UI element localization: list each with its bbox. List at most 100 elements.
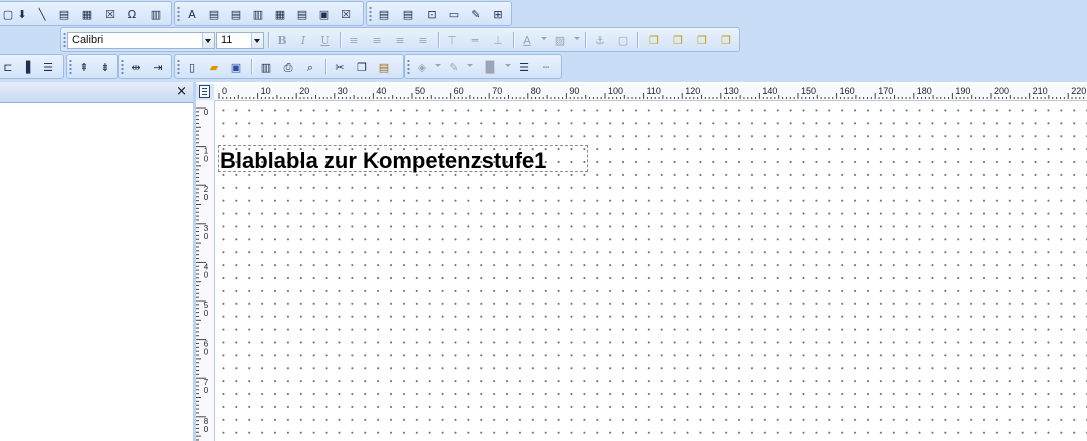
- align-right-icon[interactable]: ≡: [391, 31, 409, 49]
- insert-text-icon[interactable]: A: [183, 5, 201, 23]
- distribute-icon[interactable]: ▐: [17, 58, 35, 76]
- chevron-down-icon[interactable]: [251, 33, 263, 48]
- chevron-down-icon[interactable]: [202, 33, 214, 48]
- toolbar-grip[interactable]: [177, 6, 180, 22]
- line-tool-icon[interactable]: ╲: [33, 5, 51, 23]
- highlight-icon[interactable]: ▨: [551, 31, 569, 49]
- send-to-back-icon[interactable]: ❐: [669, 31, 687, 49]
- page-setup-icon[interactable]: ⊡: [423, 5, 441, 23]
- open-book-icon[interactable]: ▥: [257, 58, 275, 76]
- grid-icon[interactable]: ⊞: [489, 5, 507, 23]
- separator: [325, 59, 327, 75]
- formula-icon[interactable]: Ω: [123, 5, 141, 23]
- section-icon[interactable]: ▭: [445, 5, 463, 23]
- barcode-icon[interactable]: ▦: [271, 5, 289, 23]
- move-down-icon[interactable]: ⇟: [96, 58, 114, 76]
- chevron-down-icon[interactable]: [467, 64, 473, 67]
- size-toolbar: ⇞ ⇟: [66, 54, 118, 79]
- open-icon[interactable]: ▰: [205, 58, 223, 76]
- chart-icon[interactable]: ▥: [249, 5, 267, 23]
- space-horizontal-icon[interactable]: ⇹: [127, 58, 145, 76]
- ruler-settings-icon: [199, 85, 210, 98]
- toolbar-grip[interactable]: [407, 59, 410, 75]
- copy-icon[interactable]: ❐: [353, 58, 371, 76]
- separator: [637, 32, 639, 48]
- font-size-combo[interactable]: 11: [216, 32, 264, 49]
- same-width-icon[interactable]: ☰: [39, 58, 57, 76]
- fill-color-icon[interactable]: ◈: [413, 58, 431, 76]
- close-icon[interactable]: ×: [176, 84, 187, 99]
- anchor-icon[interactable]: ⚓: [591, 31, 609, 49]
- shadow-icon[interactable]: █: [481, 58, 499, 76]
- properties-icon[interactable]: ▤: [375, 5, 393, 23]
- ruler-label: 200: [994, 86, 1009, 96]
- ruler-label: 0: [204, 108, 209, 117]
- line-color-icon[interactable]: ✎: [445, 58, 463, 76]
- bring-forward-icon[interactable]: ❐: [693, 31, 711, 49]
- ruler-corner[interactable]: [196, 84, 214, 100]
- line-width-icon[interactable]: ☰: [515, 58, 533, 76]
- table-icon[interactable]: ▥: [147, 5, 165, 23]
- underline-icon[interactable]: U: [316, 31, 334, 49]
- align-left-icon[interactable]: ≡: [345, 31, 363, 49]
- preview-icon[interactable]: ⌕: [301, 58, 319, 76]
- font-size-value: 11: [221, 34, 233, 46]
- draw-toolbar: ◈ ✎ █ ☰ ┅: [404, 54, 562, 79]
- move-up-icon[interactable]: ⇞: [75, 58, 93, 76]
- chevron-down-icon[interactable]: [541, 37, 547, 40]
- ruler-label: 110: [647, 86, 661, 96]
- image-field-icon[interactable]: ▦: [78, 5, 96, 23]
- text-frame-icon[interactable]: ▤: [205, 5, 223, 23]
- align-center-icon[interactable]: ≡: [368, 31, 386, 49]
- italic-icon[interactable]: I: [294, 31, 312, 49]
- text-field-object[interactable]: Blablabla zur Kompetenzstufe1: [218, 145, 588, 173]
- crosstab-icon[interactable]: ▤: [293, 5, 311, 23]
- justify-icon[interactable]: ≡: [414, 31, 432, 49]
- bring-to-front-icon[interactable]: ❐: [645, 31, 663, 49]
- save-icon[interactable]: ▣: [227, 58, 245, 76]
- line-style-icon[interactable]: ┅: [537, 58, 555, 76]
- separator: [438, 32, 440, 48]
- valign-top-icon[interactable]: ⊤: [443, 31, 461, 49]
- spacing-toolbar: ⇹ ⇥: [118, 54, 172, 79]
- ruler-label: 0: [204, 270, 209, 279]
- text-field-content: Blablabla zur Kompetenzstufe1: [220, 148, 547, 173]
- toolbar-grip[interactable]: [63, 32, 66, 48]
- align-objects-icon[interactable]: ⊏: [0, 58, 17, 76]
- layout-toolbar: ▤ ▤ ⊡ ▭ ✎ ⊞: [366, 1, 512, 26]
- toolbar-grip[interactable]: [369, 6, 372, 22]
- valign-bottom-icon[interactable]: ⊥: [489, 31, 507, 49]
- send-backward-icon[interactable]: ❐: [717, 31, 735, 49]
- toolbar-grip[interactable]: [177, 59, 180, 75]
- ole-object-icon[interactable]: ☒: [337, 5, 355, 23]
- paste-icon[interactable]: ▤: [375, 58, 393, 76]
- bold-icon[interactable]: B: [273, 31, 291, 49]
- insert-objects-toolbar: ▢ ⬇ ╲ ▤ ▦ ☒ Ω ▥: [0, 1, 172, 26]
- toolbar-grip[interactable]: [121, 59, 124, 75]
- db-field-icon[interactable]: ⬇: [13, 5, 31, 23]
- frame-icon[interactable]: ▢: [614, 31, 632, 49]
- toolbar-grip[interactable]: [69, 59, 72, 75]
- font-name-combo[interactable]: Calibri: [67, 32, 215, 49]
- cut-icon[interactable]: ✂: [331, 58, 349, 76]
- subreport-icon[interactable]: ▣: [315, 5, 333, 23]
- pen-icon[interactable]: ✎: [467, 5, 485, 23]
- chevron-down-icon[interactable]: [435, 64, 441, 67]
- text-tools-toolbar: A ▤ ▤ ▥ ▦ ▤ ▣ ☒: [174, 1, 364, 26]
- new-icon[interactable]: ▯: [183, 58, 201, 76]
- valign-middle-icon[interactable]: ═: [466, 31, 484, 49]
- space-vertical-icon[interactable]: ⇥: [149, 58, 167, 76]
- checkbox-icon[interactable]: ☒: [101, 5, 119, 23]
- font-color-icon[interactable]: A: [518, 31, 536, 49]
- ruler-label: 0: [204, 309, 209, 318]
- ruler-label: 90: [569, 86, 579, 96]
- design-canvas[interactable]: Blablabla zur Kompetenzstufe1: [215, 101, 1087, 441]
- print-icon[interactable]: ⎙: [279, 58, 297, 76]
- chevron-down-icon[interactable]: [505, 64, 511, 67]
- report-tree-icon[interactable]: ▤: [399, 5, 417, 23]
- ruler-label: 140: [762, 86, 777, 96]
- rtf-icon[interactable]: ▤: [227, 5, 245, 23]
- toolbar-row-2: Calibri 11 B I U ≡ ≡ ≡ ≡ ⊤ ═ ⊥ A ▨ ⚓ ▢ ❐…: [0, 27, 1087, 54]
- text-field-icon[interactable]: ▤: [55, 5, 73, 23]
- chevron-down-icon[interactable]: [574, 37, 580, 40]
